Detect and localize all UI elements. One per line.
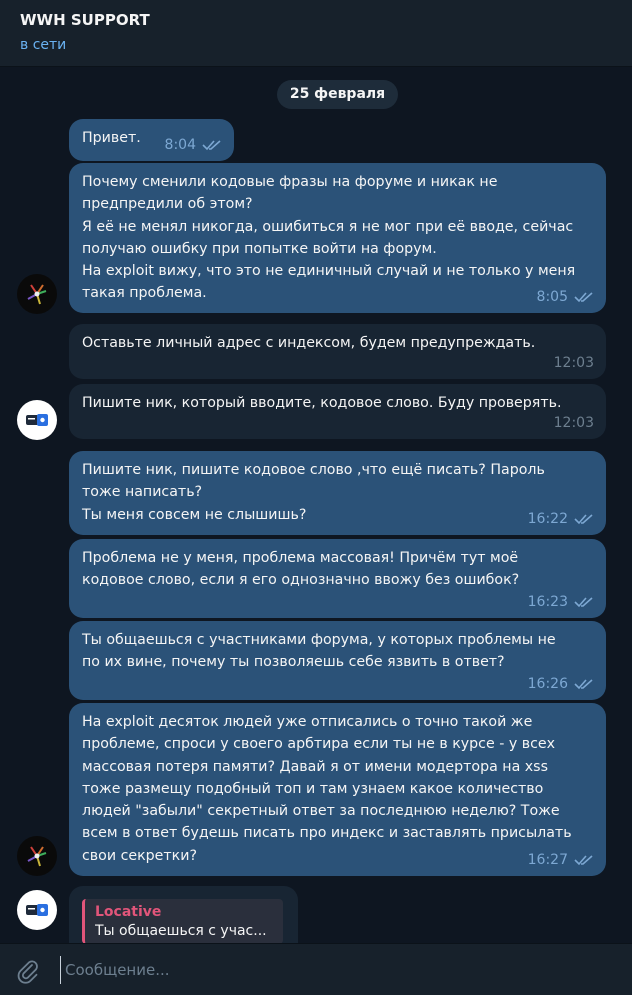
reply-text: Ты общаешься с учас... — [95, 923, 267, 939]
user-avatar-image — [27, 284, 47, 305]
message-bubble[interactable]: Оставьте личный адрес с индексом, будем … — [69, 324, 606, 379]
message-text: Пишите ник, который вводите, кодовое сло… — [82, 395, 562, 411]
message-meta: 12:03 — [554, 412, 594, 434]
message-bubble[interactable]: Пишите ник, пишите кодовое слово ,что ещ… — [69, 451, 606, 535]
message-meta: 8:05 — [537, 286, 594, 308]
message-meta: 8:04 — [165, 134, 222, 156]
message-time: 8:04 — [164, 136, 196, 153]
message-bubble[interactable]: Locative Ты общаешься с учас... — [69, 886, 298, 943]
chat-status: в сети — [20, 37, 67, 53]
date-separator: 25 февраля — [277, 80, 398, 109]
message-meta: 12:03 — [554, 352, 594, 374]
message-bubble[interactable]: Почему сменили кодовые фразы на форуме и… — [69, 163, 606, 313]
message-text: Пишите ник, пишите кодовое слово ,что ещ… — [82, 462, 545, 523]
message-input[interactable] — [60, 956, 607, 984]
message-time: 16:23 — [527, 593, 568, 610]
message-meta: 16:27 — [528, 849, 594, 871]
message-bubble[interactable]: Проблема не у меня, проблема массовая! П… — [69, 539, 606, 618]
message-time: 16:26 — [527, 675, 568, 692]
support-logo-icon — [26, 904, 48, 916]
message-time: 8:05 — [536, 288, 568, 305]
paperclip-icon[interactable] — [15, 958, 41, 984]
message-time: 16:27 — [527, 851, 568, 868]
read-checkmarks-icon — [574, 597, 593, 608]
support-logo-icon — [26, 414, 48, 426]
message-meta: 16:22 — [528, 508, 594, 530]
message-text: Оставьте личный адрес с индексом, будем … — [82, 335, 536, 351]
reply-author: Locative — [95, 904, 162, 920]
message-text: На exploit десяток людей уже отписались … — [82, 714, 572, 864]
message-text: Проблема не у меня, проблема массовая! П… — [82, 550, 520, 589]
read-checkmarks-icon — [202, 140, 221, 151]
message-text: Почему сменили кодовые фразы на форуме и… — [82, 174, 576, 302]
message-text: Ты общаешься с участниками форума, у кот… — [82, 632, 556, 671]
user-avatar-image — [27, 846, 47, 867]
message-time: 12:03 — [553, 354, 594, 371]
message-bubble[interactable]: Ты общаешься с участниками форума, у кот… — [69, 621, 606, 700]
read-checkmarks-icon — [574, 679, 593, 690]
message-composer — [0, 943, 632, 995]
user-avatar[interactable] — [17, 836, 57, 876]
message-bubble[interactable]: Привет. 8:04 — [69, 119, 234, 161]
user-avatar[interactable] — [17, 274, 57, 314]
message-bubble[interactable]: Пишите ник, который вводите, кодовое сло… — [69, 384, 606, 439]
read-checkmarks-icon — [574, 514, 593, 525]
message-time: 16:22 — [527, 510, 568, 527]
reply-preview[interactable]: Locative Ты общаешься с учас... — [82, 899, 283, 943]
message-bubble[interactable]: На exploit десяток людей уже отписались … — [69, 703, 606, 876]
read-checkmarks-icon — [574, 855, 593, 866]
message-meta: 16:23 — [528, 591, 594, 613]
message-time: 12:03 — [553, 414, 594, 431]
read-checkmarks-icon — [574, 292, 593, 303]
support-avatar[interactable] — [17, 890, 57, 930]
message-meta: 16:26 — [528, 673, 594, 695]
support-avatar[interactable] — [17, 400, 57, 440]
message-list[interactable]: 25 февраля Привет. 8:04 Почему сменили к… — [0, 67, 632, 943]
chat-title[interactable]: WWH SUPPORT — [20, 11, 150, 29]
chat-header[interactable]: WWH SUPPORT в сети — [0, 0, 632, 67]
